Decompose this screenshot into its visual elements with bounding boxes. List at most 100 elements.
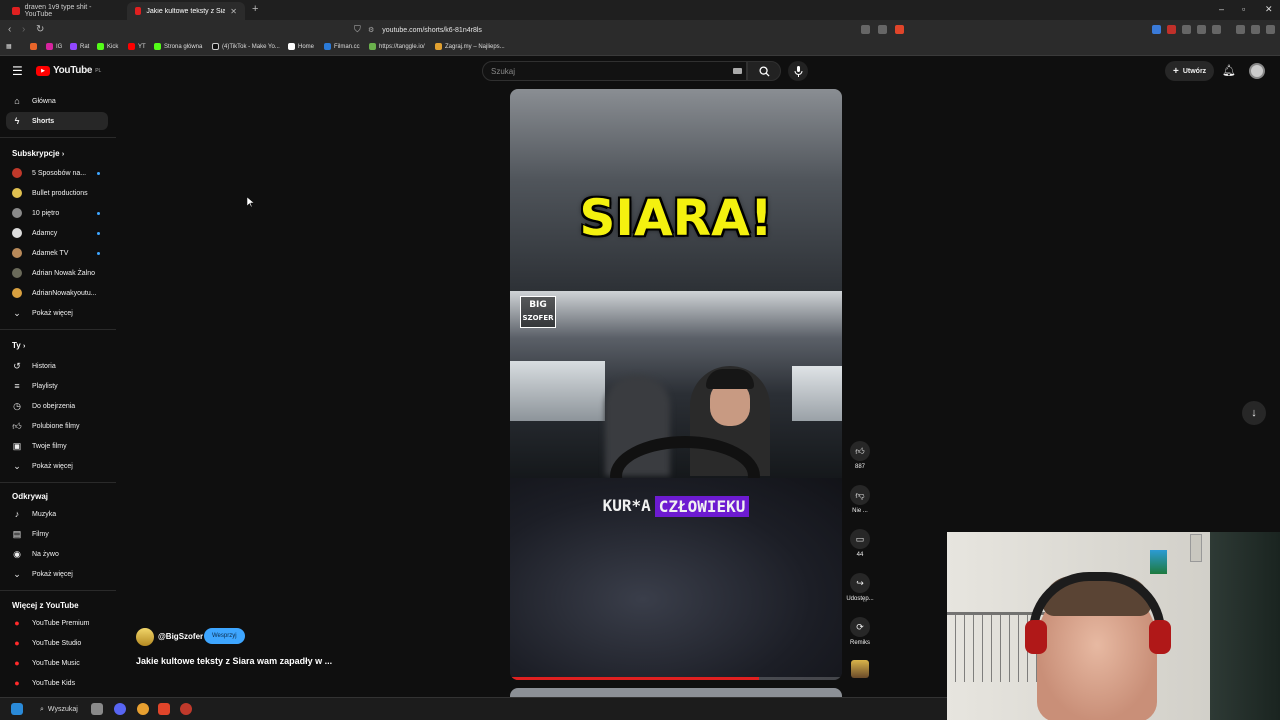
sidebar-item-channel[interactable]: Adamcy	[6, 224, 108, 242]
share-button[interactable]: ↪ Udostęp...	[846, 573, 874, 602]
account-avatar[interactable]	[1249, 63, 1265, 79]
sidebar-toggle-icon[interactable]	[1212, 25, 1221, 34]
comments-button[interactable]: ▭ 44	[849, 529, 871, 558]
new-tab-button[interactable]: +	[252, 3, 258, 15]
chrome-icon[interactable]	[137, 703, 149, 715]
maximize-icon[interactable]: ▫	[1242, 4, 1245, 14]
bookmark-item[interactable]: IG	[46, 43, 62, 50]
brave-icon[interactable]	[158, 703, 170, 715]
bookmark-item[interactable]	[30, 43, 40, 50]
youtube-music-icon: ●	[14, 658, 20, 668]
notifications-bell-icon[interactable]: 🔔︎	[1222, 64, 1236, 77]
bookmark-item[interactable]: Rat	[70, 43, 89, 50]
video-progress-bar[interactable]	[510, 677, 842, 680]
extensions-puzzle-icon[interactable]	[1197, 25, 1206, 34]
short-video-player[interactable]: SIARA! BIG SZOFER KUR*A CZŁOWIEKU	[510, 89, 842, 680]
sidebar-item-liked[interactable]: 👍︎ Polubione filmy	[6, 417, 108, 435]
bookmark-item[interactable]: Strona główna	[154, 43, 202, 50]
sidebar-item-channel[interactable]: Adrian Nowak Żalno	[6, 264, 108, 282]
sidebar-item-live[interactable]: ◉ Na żywo	[6, 545, 108, 563]
share-page-icon[interactable]	[878, 25, 887, 34]
bookmark-item[interactable]: https://tanggle.io/	[369, 43, 425, 50]
sidebar-item-premium[interactable]: ● YouTube Premium	[6, 614, 108, 632]
channel-avatar[interactable]	[136, 628, 154, 646]
next-video-button[interactable]: ↓	[1242, 401, 1266, 425]
remix-button[interactable]: ⟳ Remiks	[849, 617, 871, 646]
sidebar-item-films[interactable]: ▤ Filmy	[6, 525, 108, 543]
url-field[interactable]: ⚙ youtube.com/shorts/k6-81n4r8ls	[368, 23, 908, 37]
remix-icon: ⟳	[856, 621, 864, 632]
hamburger-menu-icon[interactable]: ☰	[12, 64, 23, 78]
shorts-icon: ϟ	[14, 116, 20, 126]
sidebar-item-history[interactable]: ↺ Historia	[6, 357, 108, 375]
bookmark-item[interactable]: Filman.cc	[324, 43, 360, 50]
brave-shield-icon[interactable]	[895, 25, 904, 34]
sidebar-item-channel[interactable]: 5 Sposobów na...	[6, 164, 108, 182]
bookmark-item[interactable]: YT	[128, 43, 146, 50]
sidebar-show-more-explore[interactable]: ⌄ Pokaż więcej	[6, 565, 108, 583]
bookmark-item[interactable]: Zagraj.my – Najlieps...	[435, 43, 505, 50]
explore-heading: Odkrywaj	[12, 492, 49, 501]
sidebar-show-more-you[interactable]: ⌄ Pokaż więcej	[6, 457, 108, 475]
back-icon[interactable]: ‹	[8, 24, 11, 35]
install-icon[interactable]	[861, 25, 870, 34]
close-tab-icon[interactable]: ✕	[230, 7, 237, 16]
you-heading[interactable]: Ty ›	[12, 341, 25, 350]
browser-tab-active[interactable]: Jakie kultowe teksty z Siara w... ✕	[127, 2, 245, 20]
youtube-logo[interactable]: ▶ YouTube PL	[36, 65, 101, 76]
channel-thumbnail[interactable]	[851, 660, 869, 678]
sidebar-item-channel[interactable]: 10 piętro	[6, 204, 108, 222]
site-info-icon[interactable]: ⚙	[368, 26, 374, 34]
search-input[interactable]: Szukaj	[482, 61, 747, 81]
minimize-icon[interactable]: –	[1219, 4, 1224, 14]
task-view-icon[interactable]	[91, 703, 103, 715]
browser-tab[interactable]: draven 1v9 type shit - YouTube	[4, 2, 124, 20]
bookmark-item[interactable]: Kick	[97, 43, 118, 50]
keyboard-icon[interactable]	[733, 68, 742, 74]
sidebar-item-studio[interactable]: ● YouTube Studio	[6, 634, 108, 652]
forward-icon[interactable]: ›	[22, 24, 25, 35]
support-button[interactable]: Wesprzyj	[204, 628, 245, 644]
channel-avatar	[12, 228, 22, 238]
youtube-studio-icon: ●	[14, 638, 20, 648]
dislike-button[interactable]: 👎︎ Nie ...	[849, 485, 871, 514]
sidebar-item-watch-later[interactable]: ◷ Do obejrzenia	[6, 397, 108, 415]
sidebar-show-more-subs[interactable]: ⌄ Pokaż więcej	[6, 304, 108, 322]
bookmark-item[interactable]: (4)TikTok - Make Yo...	[212, 43, 280, 50]
menu-icon[interactable]	[1266, 25, 1275, 34]
extension-icon[interactable]	[1182, 25, 1191, 34]
create-button[interactable]: + Utwórz	[1165, 61, 1215, 81]
sidebar-item-your-videos[interactable]: ▣ Twoje filmy	[6, 437, 108, 455]
voice-search-button[interactable]	[788, 61, 808, 81]
sidebar-item-music-app[interactable]: ● YouTube Music	[6, 654, 108, 672]
history-icon: ↺	[13, 360, 21, 371]
subscriptions-heading[interactable]: Subskrypcje ›	[12, 149, 64, 158]
search-button[interactable]	[747, 61, 781, 81]
wallet-icon[interactable]	[1251, 25, 1260, 34]
sidebar-item-home[interactable]: ⌂ Główna	[6, 92, 108, 110]
youtube-kids-icon: ●	[14, 678, 20, 688]
like-button[interactable]: 👍︎ 887	[849, 441, 871, 470]
channel-name[interactable]: @BigSzofer	[158, 632, 203, 641]
sidebar-item-kids[interactable]: ● YouTube Kids	[6, 674, 108, 692]
reload-icon[interactable]: ↻	[36, 24, 44, 35]
opera-icon[interactable]	[180, 703, 192, 715]
sidebar-item-shorts[interactable]: ϟ Shorts	[6, 112, 108, 130]
close-window-icon[interactable]: ✕	[1265, 4, 1273, 15]
sidebar-item-music[interactable]: ♪ Muzyka	[6, 505, 108, 523]
sidebar-item-channel[interactable]: Bullet productions	[6, 184, 108, 202]
media-icon[interactable]	[1236, 25, 1245, 34]
discord-icon[interactable]	[114, 703, 126, 715]
apps-grid-icon[interactable]: ▦	[6, 43, 12, 50]
extension-icon[interactable]	[1152, 25, 1161, 34]
sidebar-item-channel[interactable]: AdrianNowakyoutu...	[6, 284, 108, 302]
windows-start-icon[interactable]	[11, 703, 23, 715]
bookmark-item[interactable]: Home	[288, 43, 314, 50]
sidebar-item-playlists[interactable]: ≡ Playlisty	[6, 377, 108, 395]
extension-icon[interactable]	[1167, 25, 1176, 34]
bookmark-icon[interactable]: ⛉	[354, 24, 361, 35]
sidebar-item-channel[interactable]: Adamek TV	[6, 244, 108, 262]
next-short-preview[interactable]	[510, 688, 842, 697]
video-title[interactable]: Jakie kultowe teksty z Siara wam zapadły…	[136, 656, 332, 666]
taskbar-search[interactable]: ⌕ Wyszukaj	[34, 702, 84, 717]
